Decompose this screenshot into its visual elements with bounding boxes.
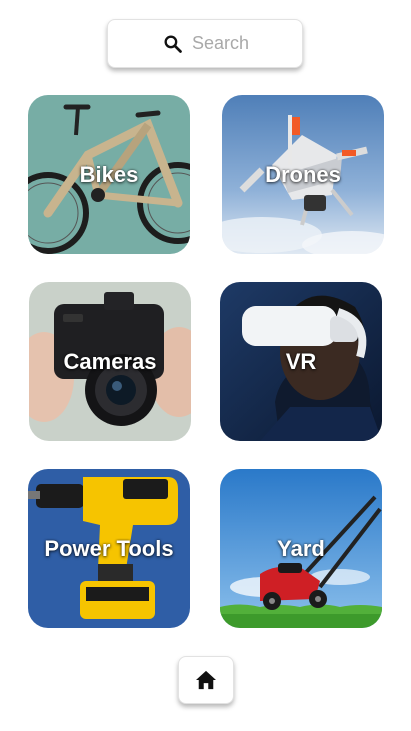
category-tile-power-tools[interactable]: Power Tools bbox=[28, 469, 190, 628]
search-bar[interactable] bbox=[107, 19, 303, 68]
search-icon bbox=[164, 34, 182, 53]
home-button[interactable] bbox=[178, 656, 234, 704]
category-tile-bikes[interactable]: Bikes bbox=[28, 95, 190, 254]
home-icon bbox=[196, 670, 216, 690]
category-label: Cameras bbox=[63, 348, 157, 374]
category-tile-vr[interactable]: VR bbox=[220, 282, 382, 441]
category-label: Bikes bbox=[79, 161, 139, 187]
category-tile-yard[interactable]: Yard bbox=[220, 469, 382, 628]
search-input[interactable] bbox=[192, 33, 302, 54]
category-tile-cameras[interactable]: Cameras bbox=[29, 282, 191, 441]
category-tile-drones[interactable]: Drones bbox=[222, 95, 384, 254]
category-label: Yard bbox=[277, 535, 325, 561]
category-screen: Bikes Drones bbox=[0, 0, 411, 731]
category-label: VR bbox=[285, 348, 317, 374]
category-label: Power Tools bbox=[44, 535, 174, 561]
category-label: Drones bbox=[265, 161, 341, 187]
